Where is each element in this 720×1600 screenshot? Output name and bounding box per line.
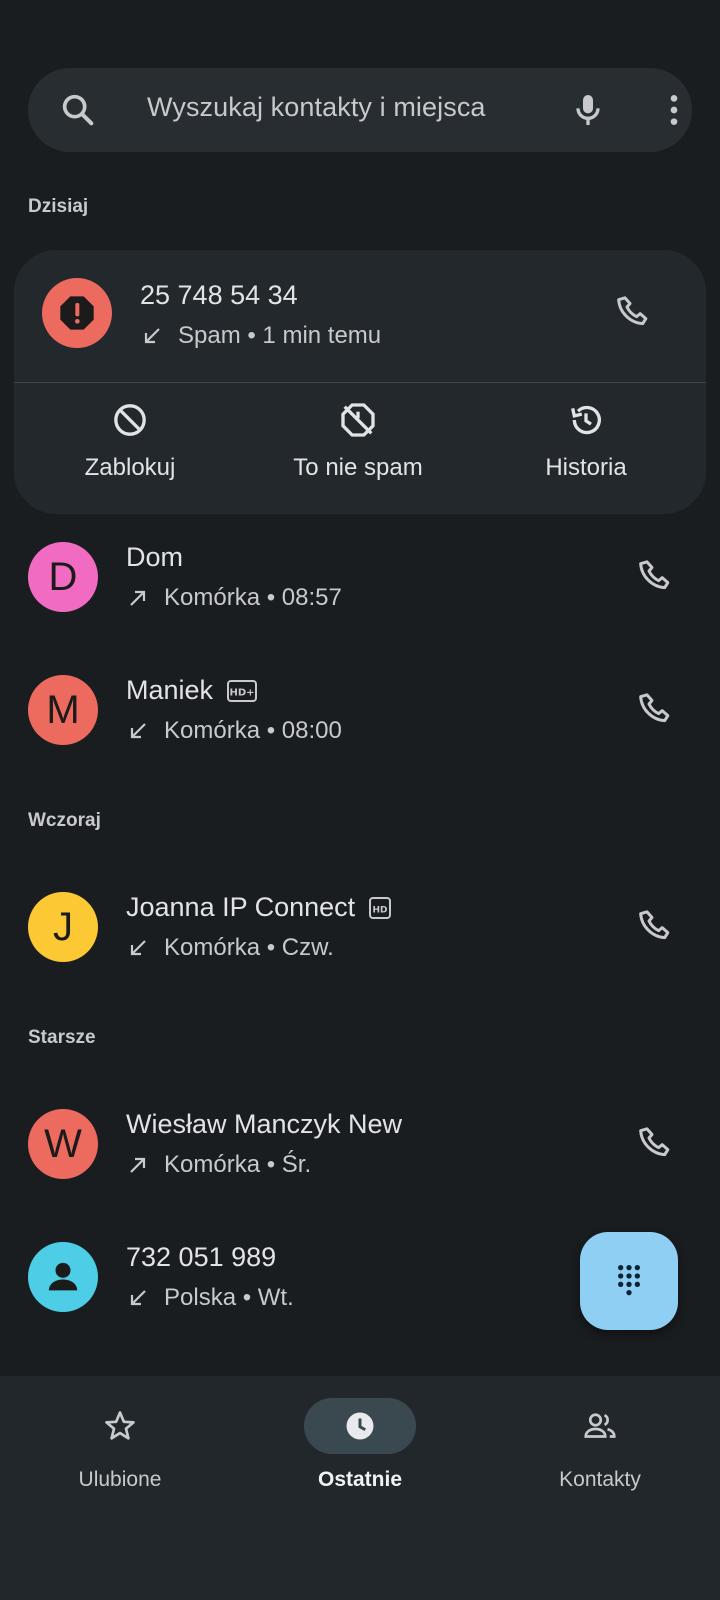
call-subtitle-row: Komórka • Śr. xyxy=(126,1151,311,1179)
search-icon xyxy=(58,90,98,130)
phone-icon xyxy=(639,560,670,590)
contact-name-text: Joanna IP Connect xyxy=(126,892,356,922)
spam-call-card[interactable]: 25 748 54 34 Spam • 1 min temu Zablokuj … xyxy=(14,250,706,514)
more-vert-icon[interactable] xyxy=(654,90,694,130)
block-button[interactable]: Zablokuj xyxy=(30,400,230,482)
not-spam-button[interactable]: To nie spam xyxy=(258,400,458,482)
call-button[interactable] xyxy=(636,689,676,729)
call-button[interactable] xyxy=(636,1123,676,1163)
nav-recents[interactable]: Ostatnie xyxy=(260,1398,460,1492)
call-subtitle-row: Komórka • 08:00 xyxy=(126,717,342,745)
contact-name: Wiesław Manczyk New xyxy=(126,1109,402,1140)
search-bar[interactable]: Wyszukaj kontakty i miejsca xyxy=(28,68,692,152)
avatar xyxy=(28,1242,98,1312)
block-label: Zablokuj xyxy=(84,454,176,481)
bottom-navigation: Ulubione Ostatnie Kontakty xyxy=(0,1376,720,1600)
contact-name-text: Maniek xyxy=(126,675,214,705)
phone-icon xyxy=(639,1127,670,1157)
nav-contacts-label: Kontakty xyxy=(559,1468,641,1491)
call-row[interactable]: W Wiesław Manczyk New Komórka • Śr. xyxy=(0,1089,720,1199)
contact-name-text: Wiesław Manczyk New xyxy=(126,1109,403,1139)
call-row[interactable]: J Joanna IP Connect HD Komórka • Czw. xyxy=(0,872,720,982)
nav-recents-label: Ostatnie xyxy=(317,1468,403,1491)
call-button[interactable] xyxy=(614,292,654,332)
history-label: Historia xyxy=(545,454,627,481)
nav-contacts-pill xyxy=(544,1398,656,1454)
contact-name: Dom xyxy=(126,542,183,573)
svg-text:HD+: HD+ xyxy=(230,687,255,698)
nav-favorites-pill xyxy=(64,1398,176,1454)
nav-contacts[interactable]: Kontakty xyxy=(500,1398,700,1492)
clock-icon xyxy=(346,1412,374,1440)
svg-text:HD: HD xyxy=(373,905,388,915)
block-icon xyxy=(114,404,146,436)
call-subtitle: Komórka • 08:00 xyxy=(164,717,342,744)
spam-avatar xyxy=(42,278,112,348)
phone-icon xyxy=(639,910,670,940)
outgoing-call-icon xyxy=(130,590,146,606)
nav-favorites-label: Ulubione xyxy=(78,1468,162,1491)
star-icon xyxy=(105,1411,135,1440)
section-header-today: Dzisiaj xyxy=(28,196,89,217)
spam-warning-icon xyxy=(60,296,94,330)
person-icon xyxy=(48,1262,78,1291)
avatar: M xyxy=(28,675,98,745)
call-subtitle: Polska • Wt. xyxy=(164,1284,294,1311)
history-icon xyxy=(571,405,601,435)
call-button[interactable] xyxy=(636,556,676,596)
call-subtitle-row: Polska • Wt. xyxy=(126,1284,294,1312)
hd-icon: HD xyxy=(369,896,392,919)
divider xyxy=(14,382,706,383)
outgoing-call-icon xyxy=(130,1157,146,1173)
dialpad-icon xyxy=(618,1265,640,1296)
people-icon xyxy=(584,1413,616,1438)
call-row[interactable]: D Dom Komórka • 08:57 xyxy=(0,522,720,632)
call-subtitle: Komórka • Czw. xyxy=(164,934,334,961)
microphone-icon[interactable] xyxy=(568,90,608,130)
hd-plus-icon: HD+ xyxy=(227,679,258,702)
call-button[interactable] xyxy=(636,906,676,946)
call-row[interactable]: M Maniek HD+ Komórka • 08:00 xyxy=(0,655,720,765)
nav-favorites[interactable]: Ulubione xyxy=(20,1398,220,1492)
avatar: W xyxy=(28,1109,98,1179)
contact-name-text: 732 051 989 xyxy=(126,1242,277,1272)
spam-subtitle: Spam • 1 min temu xyxy=(178,322,382,349)
phone-icon xyxy=(617,296,648,326)
contact-name-text: Dom xyxy=(126,542,184,572)
not-spam-label: To nie spam xyxy=(293,454,423,481)
search-input[interactable]: Wyszukaj kontakty i miejsca xyxy=(147,92,486,123)
call-subtitle: Komórka • 08:57 xyxy=(164,584,342,611)
nav-recents-pill xyxy=(304,1398,416,1454)
call-subtitle-row: Komórka • 08:57 xyxy=(126,584,342,612)
avatar: D xyxy=(28,542,98,612)
contact-name: Maniek HD+ xyxy=(126,675,258,706)
incoming-call-icon xyxy=(130,1290,146,1306)
not-spam-icon xyxy=(341,403,375,437)
section-header-yesterday: Wczoraj xyxy=(28,810,101,831)
incoming-call-icon xyxy=(130,940,146,956)
incoming-call-icon xyxy=(130,723,146,739)
incoming-call-icon xyxy=(144,328,160,344)
phone-icon xyxy=(639,693,670,723)
contact-name: Joanna IP Connect HD xyxy=(126,892,392,923)
dialpad-button[interactable] xyxy=(580,1232,678,1330)
spam-subtitle-row: Spam • 1 min temu xyxy=(140,322,381,350)
spam-number: 25 748 54 34 xyxy=(140,280,298,310)
call-subtitle-row: Komórka • Czw. xyxy=(126,934,334,962)
history-button[interactable]: Historia xyxy=(486,400,686,482)
call-subtitle: Komórka • Śr. xyxy=(164,1151,312,1178)
contact-name: 732 051 989 xyxy=(126,1242,276,1273)
section-header-older: Starsze xyxy=(28,1027,96,1048)
avatar: J xyxy=(28,892,98,962)
